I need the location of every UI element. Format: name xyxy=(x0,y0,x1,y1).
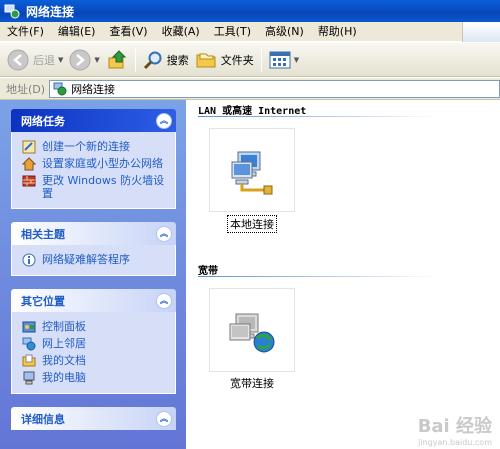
views-dropdown-icon[interactable]: ▼ xyxy=(294,56,299,64)
up-button[interactable] xyxy=(103,46,131,74)
home-network-icon xyxy=(22,157,36,171)
task-network-troubleshooter[interactable]: 网络疑难解答程序 xyxy=(22,253,169,267)
folders-button[interactable]: 文件夹 xyxy=(192,46,257,74)
back-button[interactable]: 后退 ▼ xyxy=(4,46,66,74)
related-topics-panel: 相关主题 ︽ 网络疑难解答程序 xyxy=(11,222,176,276)
address-value: 网络连接 xyxy=(71,82,116,96)
watermark-url: jingyan.baidu.com xyxy=(418,438,492,447)
address-field[interactable]: 网络连接 xyxy=(49,79,500,98)
back-arrow-icon xyxy=(7,49,29,70)
folders-label: 文件夹 xyxy=(220,53,254,67)
firewall-icon xyxy=(22,175,36,187)
menu-help[interactable]: 帮助(H) xyxy=(311,22,364,42)
panel-header[interactable]: 相关主题 ︽ xyxy=(11,222,176,245)
address-label: 地址(D) xyxy=(6,82,46,96)
window-title: 网络连接 xyxy=(26,4,75,19)
place-network-neighborhood[interactable]: 网上邻居 xyxy=(22,337,169,351)
group-header-lan: LAN 或高速 Internet xyxy=(198,106,307,117)
panel-title: 其它位置 xyxy=(21,294,65,308)
task-label: 网络疑难解答程序 xyxy=(42,253,130,266)
panel-title: 相关主题 xyxy=(21,227,65,241)
panel-header[interactable]: 网络任务 ︽ xyxy=(11,109,176,132)
task-create-connection[interactable]: 创建一个新的连接 xyxy=(22,140,169,154)
task-label: 更改 Windows 防火墙设置 xyxy=(42,174,165,200)
toolbar-separator xyxy=(134,47,136,72)
my-documents-icon xyxy=(22,354,36,367)
views-button[interactable]: ▼ xyxy=(266,46,302,74)
broadband-connection-icon xyxy=(209,288,295,372)
place-my-computer[interactable]: 我的电脑 xyxy=(22,371,169,385)
collapse-icon[interactable]: ︽ xyxy=(156,225,172,242)
group-header-broadband: 宽带 xyxy=(198,266,218,277)
connection-name: 宽带连接 xyxy=(230,377,274,390)
address-bar: 地址(D) 网络连接 xyxy=(0,78,500,100)
menu-favorites[interactable]: 收藏(A) xyxy=(155,22,207,42)
windows-logo xyxy=(462,22,500,42)
menu-tools[interactable]: 工具(T) xyxy=(207,22,258,42)
menu-advanced[interactable]: 高级(N) xyxy=(258,22,311,42)
group-divider xyxy=(198,276,438,277)
search-icon xyxy=(143,51,162,69)
other-places-panel: 其它位置 ︽ 控制面板 网上邻居 我的文档 我的电脑 xyxy=(11,289,176,394)
my-computer-icon xyxy=(23,371,35,385)
lan-connection-icon xyxy=(209,128,295,212)
group-divider xyxy=(198,116,438,117)
network-neighborhood-icon xyxy=(22,337,36,351)
back-dropdown-icon[interactable]: ▼ xyxy=(58,56,63,64)
up-folder-icon xyxy=(108,49,126,68)
network-connections-icon xyxy=(4,4,20,19)
network-tasks-panel: 网络任务 ︽ 创建一个新的连接 设置家庭或小型办公网络 更改 Windows 防… xyxy=(11,109,176,209)
new-connection-icon xyxy=(22,140,36,154)
forward-button[interactable]: ▼ xyxy=(66,46,102,74)
collapse-icon[interactable]: ︽ xyxy=(156,292,172,309)
task-label: 创建一个新的连接 xyxy=(42,140,130,153)
place-label: 我的电脑 xyxy=(42,371,86,384)
task-firewall-settings[interactable]: 更改 Windows 防火墙设置 xyxy=(22,174,169,200)
place-label: 我的文档 xyxy=(42,354,86,367)
forward-arrow-icon xyxy=(69,49,91,70)
network-connections-icon xyxy=(53,82,67,95)
title-bar: 网络连接 xyxy=(0,0,500,22)
back-label: 后退 xyxy=(33,53,55,67)
menu-edit[interactable]: 编辑(E) xyxy=(51,22,103,42)
watermark-brand: Bai 经验 xyxy=(417,416,492,437)
menu-file[interactable]: 文件(F) xyxy=(0,22,51,42)
toolbar-separator xyxy=(260,47,262,72)
search-label: 搜索 xyxy=(166,53,189,67)
info-icon xyxy=(22,253,36,267)
panel-body: 创建一个新的连接 设置家庭或小型办公网络 更改 Windows 防火墙设置 xyxy=(11,132,176,209)
panel-title: 详细信息 xyxy=(21,412,65,426)
connection-local-area[interactable]: 本地连接 xyxy=(209,128,295,233)
connection-broadband[interactable]: 宽带连接 xyxy=(209,288,295,391)
panel-body: 网络疑难解答程序 xyxy=(11,245,176,276)
collapse-icon[interactable]: ︽ xyxy=(156,112,172,129)
place-my-documents[interactable]: 我的文档 xyxy=(22,354,169,368)
menu-bar: 文件(F) 编辑(E) 查看(V) 收藏(A) 工具(T) 高级(N) 帮助(H… xyxy=(0,22,500,42)
menu-view[interactable]: 查看(V) xyxy=(102,22,154,42)
toolbar: 后退 ▼ ▼ 搜索 文件夹 ▼ xyxy=(0,43,500,77)
connections-view: LAN 或高速 Internet 本地连接 宽带 宽带连接 Bai 经验 jin… xyxy=(186,100,500,449)
control-panel-icon xyxy=(22,321,36,333)
forward-dropdown-icon[interactable]: ▼ xyxy=(94,56,99,64)
folder-icon xyxy=(196,53,216,67)
place-control-panel[interactable]: 控制面板 xyxy=(22,320,169,334)
details-panel: 详细信息 ︽ xyxy=(11,407,176,430)
watermark-logo: Bai 经验 jingyan.baidu.com xyxy=(418,412,492,447)
place-label: 网上邻居 xyxy=(42,337,86,350)
collapse-icon[interactable]: ︽ xyxy=(156,410,172,427)
views-icon xyxy=(269,51,291,68)
task-home-network[interactable]: 设置家庭或小型办公网络 xyxy=(22,157,169,171)
search-button[interactable]: 搜索 xyxy=(140,46,192,74)
place-label: 控制面板 xyxy=(42,320,86,333)
panel-header[interactable]: 详细信息 ︽ xyxy=(11,407,176,430)
panel-header[interactable]: 其它位置 ︽ xyxy=(11,289,176,312)
connection-name: 本地连接 xyxy=(227,215,277,233)
task-label: 设置家庭或小型办公网络 xyxy=(42,157,163,170)
panel-title: 网络任务 xyxy=(21,114,65,128)
task-pane: 网络任务 ︽ 创建一个新的连接 设置家庭或小型办公网络 更改 Windows 防… xyxy=(0,100,186,449)
panel-body: 控制面板 网上邻居 我的文档 我的电脑 xyxy=(11,312,176,394)
